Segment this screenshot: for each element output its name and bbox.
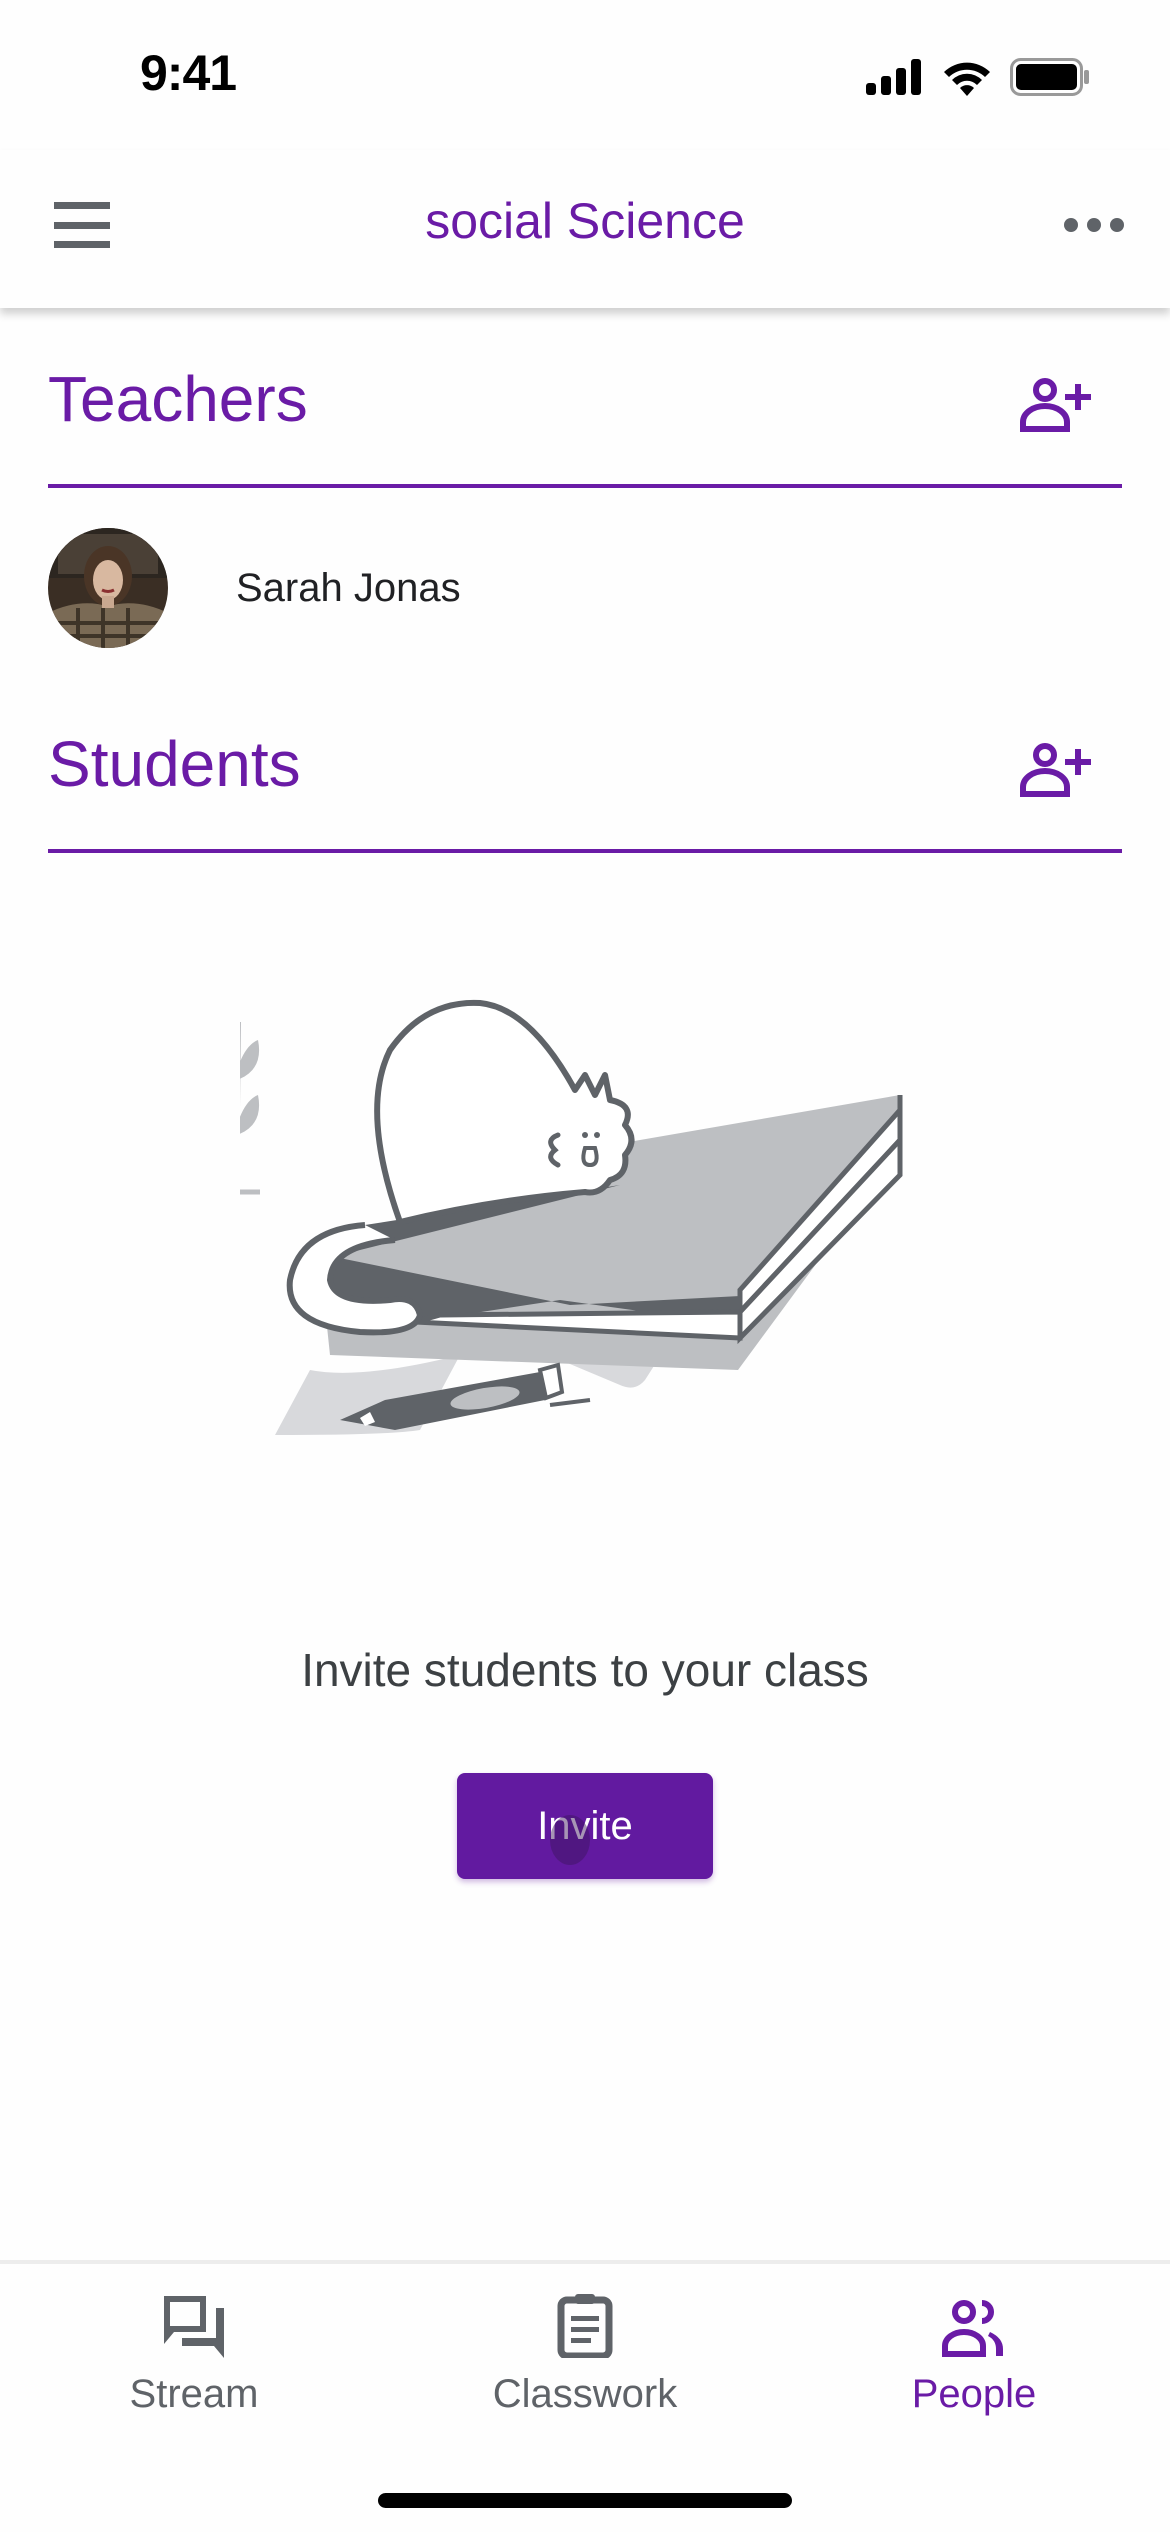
status-bar: 9:41	[0, 0, 1170, 150]
nav-tab-classwork[interactable]: Classwork	[435, 2294, 735, 2444]
stream-icon	[164, 2296, 224, 2358]
nav-label-classwork: Classwork	[492, 2372, 678, 2416]
nav-tab-people[interactable]: People	[824, 2294, 1124, 2444]
more-options-button[interactable]	[1064, 212, 1124, 238]
teacher-name: Sarah Jonas	[236, 565, 461, 610]
bottom-navigation: Stream Classwork People	[0, 2260, 1170, 2532]
more-icon-dot	[1110, 218, 1124, 232]
home-indicator[interactable]	[378, 2493, 792, 2508]
more-icon-dot	[1064, 218, 1078, 232]
classwork-icon	[557, 2294, 613, 2358]
nav-tab-stream[interactable]: Stream	[44, 2294, 344, 2444]
empty-state-message: Invite students to your class	[301, 1644, 869, 1696]
nav-label-people: People	[911, 2372, 1037, 2416]
wifi-icon	[944, 62, 990, 96]
battery-icon	[1010, 58, 1089, 96]
teacher-avatar	[48, 528, 168, 648]
add-person-icon	[1020, 378, 1091, 432]
status-time: 9:41	[140, 45, 237, 101]
add-teacher-button[interactable]	[1020, 376, 1092, 432]
add-person-icon	[1020, 743, 1091, 797]
people-icon	[942, 2300, 1003, 2357]
more-icon-dot	[1087, 218, 1101, 232]
teachers-title: Teachers	[48, 363, 308, 435]
teachers-section-header: Teachers	[48, 362, 1122, 488]
nav-label-stream: Stream	[129, 2372, 259, 2416]
cellular-signal-icon	[866, 59, 921, 95]
cat-sleeping-on-book-illustration	[195, 960, 940, 1460]
class-title: social Science	[425, 193, 745, 249]
add-student-button[interactable]	[1020, 741, 1092, 797]
teacher-row[interactable]: Sarah Jonas	[48, 526, 1122, 650]
touch-indicator	[550, 1815, 590, 1865]
status-icons	[866, 58, 1090, 96]
students-section-header: Students	[48, 727, 1122, 853]
app-bar: social Science	[0, 150, 1170, 308]
students-title: Students	[48, 728, 301, 800]
